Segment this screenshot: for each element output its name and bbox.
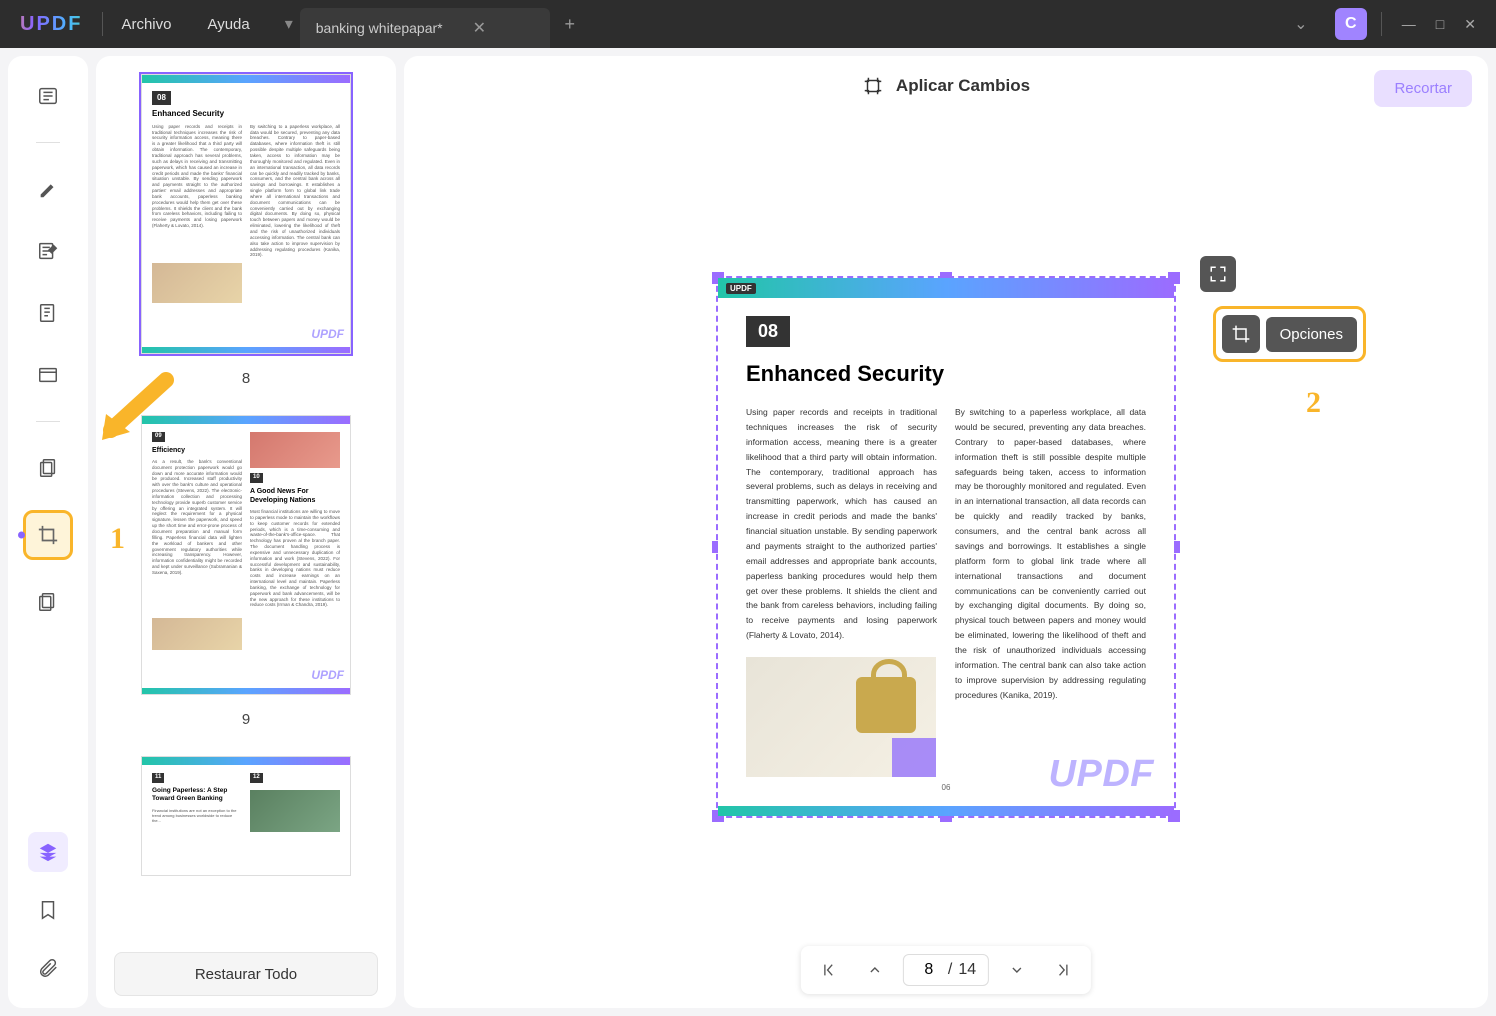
page-number-input[interactable]	[916, 961, 942, 979]
page-thumbnail-8[interactable]: 08 Enhanced Security Using paper records…	[141, 74, 351, 354]
apply-changes-title: Aplicar Cambios	[896, 76, 1030, 96]
content-area: Aplicar Cambios Recortar Opciones 2	[404, 56, 1488, 1008]
layers-tool-icon[interactable]	[28, 832, 68, 872]
doc-brand-badge: UPDF	[726, 283, 756, 294]
watermark-tool-icon[interactable]	[28, 582, 68, 622]
page-watermark: UPDF	[1049, 753, 1154, 796]
thumb-page-num: 08	[152, 91, 171, 105]
restore-all-button[interactable]: Restaurar Todo	[114, 952, 378, 996]
expand-crop-button[interactable]	[1200, 256, 1236, 292]
crop-options-button[interactable]: Opciones	[1213, 306, 1366, 362]
copy-pages-tool-icon[interactable]	[28, 448, 68, 488]
menu-archivo[interactable]: Archivo	[103, 16, 189, 33]
document-page: UPDF 08 Enhanced Security Using paper re…	[718, 278, 1174, 816]
page-number-field[interactable]: / 14	[903, 954, 989, 986]
page-navigation: / 14	[801, 946, 1091, 994]
titlebar: UPDF Archivo Ayuda ▾ banking whitepapar*…	[0, 0, 1496, 48]
annotation-number-2: 2	[1306, 386, 1321, 420]
annotation-number-1: 1	[110, 522, 125, 556]
crop-options-icon	[1222, 315, 1260, 353]
page-total: 14	[958, 961, 976, 979]
document-tab[interactable]: banking whitepapar* ✕	[300, 8, 550, 48]
content-header: Aplicar Cambios Recortar	[404, 56, 1488, 116]
tab-title: banking whitepapar*	[316, 20, 443, 36]
thumbnail-panel: 08 Enhanced Security Using paper records…	[96, 56, 396, 1008]
highlighter-tool-icon[interactable]	[28, 169, 68, 209]
maximize-button[interactable]: □	[1436, 16, 1444, 33]
doc-image	[746, 657, 936, 777]
close-window-button[interactable]: ✕	[1464, 16, 1476, 33]
annotation-arrow-icon	[96, 370, 176, 450]
close-tab-icon[interactable]: ✕	[473, 18, 486, 38]
bookmark-tool-icon[interactable]	[28, 890, 68, 930]
reader-tool-icon[interactable]	[28, 76, 68, 116]
app-logo: UPDF	[0, 13, 102, 36]
crop-frame[interactable]: UPDF 08 Enhanced Security Using paper re…	[716, 276, 1176, 818]
page-tool-icon[interactable]	[28, 293, 68, 333]
side-toolbar	[8, 56, 88, 1008]
first-page-button[interactable]	[811, 952, 847, 988]
doc-column-right: By switching to a paperless workplace, a…	[955, 405, 1146, 777]
user-avatar[interactable]: C	[1335, 8, 1367, 40]
watermark-text: UPDF	[311, 327, 344, 343]
doc-title: Enhanced Security	[746, 361, 1146, 387]
titlebar-menu-chevron[interactable]: ⌄	[1281, 4, 1321, 44]
next-page-button[interactable]	[999, 952, 1035, 988]
crop-tool-icon[interactable]	[23, 510, 73, 560]
edit-text-tool-icon[interactable]	[28, 231, 68, 271]
watermark-text: UPDF	[311, 668, 344, 684]
menu-ayuda[interactable]: Ayuda	[189, 16, 267, 33]
thumb-page-title: Enhanced Security	[152, 109, 340, 119]
prev-page-button[interactable]	[857, 952, 893, 988]
crop-options-label: Opciones	[1266, 317, 1357, 352]
add-tab-button[interactable]: +	[550, 4, 590, 44]
crop-button[interactable]: Recortar	[1374, 70, 1472, 107]
page-thumbnail-10[interactable]: 11 Going Paperless: A Step Toward Green …	[141, 756, 351, 876]
page-size-icon	[862, 75, 884, 97]
attachment-tool-icon[interactable]	[28, 948, 68, 988]
form-tool-icon[interactable]	[28, 355, 68, 395]
minimize-button[interactable]: —	[1402, 16, 1416, 33]
doc-page-number-box: 08	[746, 316, 790, 347]
doc-column-left: Using paper records and receipts in trad…	[746, 405, 937, 777]
thumbnail-label: 9	[114, 711, 378, 728]
last-page-button[interactable]	[1045, 952, 1081, 988]
page-thumbnail-9[interactable]: 09 Efficiency As a result, the bank's co…	[141, 415, 351, 695]
tab-list-dropdown[interactable]: ▾	[278, 13, 300, 35]
